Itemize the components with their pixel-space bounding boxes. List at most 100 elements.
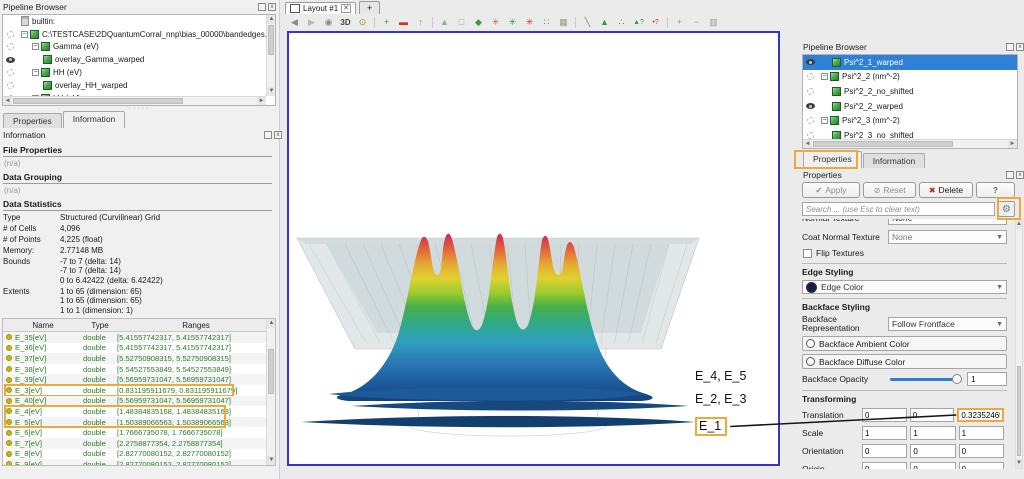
pipeline-item[interactable]: overlay_HH_warped: [3, 79, 275, 92]
scroll-down-icon[interactable]: ▼: [267, 456, 276, 465]
table-row[interactable]: E_4[eV]double[1.48384835168, 1.483848351…: [3, 406, 267, 417]
help-button[interactable]: ?: [976, 182, 1015, 198]
visibility-off-icon[interactable]: [3, 31, 17, 38]
table-row[interactable]: E_37[eV]double[5.52750908315, 5.52750908…: [3, 353, 267, 364]
protractor-icon[interactable]: ▲: [596, 15, 613, 29]
orientation-x-input[interactable]: [862, 444, 907, 458]
translation-z-input[interactable]: [957, 408, 1004, 422]
backface-opacity-slider[interactable]: [890, 378, 959, 381]
collapse-icon[interactable]: −: [821, 117, 828, 124]
backface-ambient-color-button[interactable]: Backface Ambient Color: [802, 336, 1007, 351]
origin-y-input[interactable]: [910, 462, 955, 469]
scale-x-input[interactable]: [862, 426, 907, 440]
pipeline-item[interactable]: Psi^2_2_warped: [803, 99, 1017, 114]
edge-color-select[interactable]: Edge Color ▼: [802, 280, 1007, 294]
visibility-off-icon[interactable]: [803, 73, 817, 80]
collapse-icon[interactable]: −: [32, 43, 39, 50]
column-type[interactable]: Type: [83, 321, 117, 330]
properties-scrollbar[interactable]: ▲ ▼: [1015, 219, 1023, 469]
pipeline-item[interactable]: Psi^2_2_no_shifted: [803, 84, 1017, 99]
table-row[interactable]: E_35[eV]double[5.41557742317, 5.41557742…: [3, 332, 267, 343]
pipeline-item[interactable]: Psi^2_1_warped: [803, 55, 1017, 70]
table-vscrollbar[interactable]: ▲ ▼: [266, 319, 275, 465]
table-row[interactable]: E_40[eV]double[5.56959731047, 5.56959731…: [3, 396, 267, 407]
collapse-icon[interactable]: −: [821, 73, 828, 80]
scroll-thumb[interactable]: [268, 349, 274, 394]
add-view-icon[interactable]: +: [671, 15, 688, 29]
right-pipeline-tree[interactable]: Psi^2_1_warped−Psi^2_2 (nm^-2)Psi^2_2_no…: [802, 54, 1018, 149]
scroll-up-icon[interactable]: ▲: [267, 319, 276, 328]
reset-camera-icon[interactable]: ↑: [412, 15, 429, 29]
table-row[interactable]: E_36[eV]double[5.41557742317, 5.41557742…: [3, 343, 267, 354]
pipeline-item[interactable]: −Gamma (eV): [3, 41, 275, 54]
column-name[interactable]: Name: [3, 321, 83, 330]
zoom-box-icon[interactable]: ⊙: [354, 15, 371, 29]
left-tree-hscrollbar[interactable]: ◄ ►: [3, 96, 266, 105]
add-layout-tab[interactable]: +: [359, 1, 380, 14]
left-pipeline-tree[interactable]: builtin:−C:\TESTCASE\2DQuantumCorral_nnp…: [2, 14, 276, 106]
pipeline-item[interactable]: −C:\TESTCASE\2DQuantumCorral_nnp\bias_00…: [3, 28, 275, 41]
tab-properties[interactable]: Properties: [803, 151, 862, 168]
reset-button[interactable]: ⊘Reset: [863, 182, 916, 198]
translation-y-input[interactable]: [910, 408, 955, 422]
tab-layout-1[interactable]: Layout #1 ✕: [285, 2, 356, 14]
table-row[interactable]: E_3[eV]double[0.831195911679, 0.83119591…: [3, 385, 267, 396]
grow-selection-icon[interactable]: ▦: [555, 15, 572, 29]
table-row[interactable]: E_39[eV]double[5.56959731047, 5.56959731…: [3, 374, 267, 385]
origin-z-input[interactable]: [959, 462, 1004, 469]
hover-cells-icon[interactable]: ∷: [538, 15, 555, 29]
collapse-icon[interactable]: −: [21, 31, 28, 38]
zoom-remove-icon[interactable]: ▬: [395, 15, 412, 29]
close-layout-icon[interactable]: ✕: [341, 4, 351, 13]
close-icon[interactable]: x: [1016, 171, 1024, 179]
visibility-off-icon[interactable]: [3, 69, 17, 76]
undock-icon[interactable]: [264, 131, 272, 139]
table-row[interactable]: E_9[eV]double[2.82770080152, 2.827700801…: [3, 459, 267, 466]
select-cells-through-icon[interactable]: ◆: [470, 15, 487, 29]
pipeline-item[interactable]: −HH (eV): [3, 66, 275, 79]
visibility-on-icon[interactable]: [803, 59, 817, 65]
close-icon[interactable]: x: [274, 131, 282, 139]
tab-information[interactable]: Information: [863, 153, 926, 168]
select-points-on-icon[interactable]: □: [453, 15, 470, 29]
scroll-up-icon[interactable]: ▲: [267, 15, 276, 24]
delete-view-icon[interactable]: ▥: [705, 15, 722, 29]
remove-view-icon[interactable]: −: [688, 15, 705, 29]
slider-knob[interactable]: [952, 374, 962, 384]
pipeline-item[interactable]: overlay_Gamma_warped: [3, 53, 275, 66]
toggle-2d3d-icon[interactable]: 3D: [337, 15, 354, 29]
collapse-icon[interactable]: −: [32, 69, 39, 76]
capture-screenshot-icon[interactable]: ◉: [320, 15, 337, 29]
scale-z-input[interactable]: [959, 426, 1004, 440]
close-icon[interactable]: x: [268, 3, 276, 11]
visibility-off-icon[interactable]: [3, 43, 17, 50]
table-header[interactable]: Name Type Ranges: [3, 319, 275, 332]
flip-textures-checkbox[interactable]: [803, 249, 812, 258]
undock-icon[interactable]: [1006, 43, 1014, 51]
render-view[interactable]: E_4, E_5 E_2, E_3 E_1: [287, 31, 780, 466]
search-input[interactable]: [802, 202, 995, 216]
scroll-right-icon[interactable]: ►: [1008, 140, 1017, 149]
orientation-z-input[interactable]: [959, 444, 1004, 458]
select-points-through-icon[interactable]: ✳: [487, 15, 504, 29]
ruler-icon[interactable]: ╲: [579, 15, 596, 29]
scroll-thumb[interactable]: [1017, 366, 1021, 456]
visibility-off-icon[interactable]: [803, 88, 817, 95]
query-cells-icon[interactable]: ▲?: [630, 15, 647, 29]
scroll-left-icon[interactable]: ◄: [803, 140, 812, 149]
table-row[interactable]: E_7[eV]double[2.2758877354, 2.2758877354…: [3, 438, 267, 449]
data-arrays-table[interactable]: Name Type Ranges E_35[eV]double[5.415577…: [2, 318, 276, 466]
table-row[interactable]: E_8[eV]double[2.82770080152, 2.827700801…: [3, 449, 267, 460]
backface-diffuse-color-button[interactable]: Backface Diffuse Color: [802, 354, 1007, 369]
close-icon[interactable]: x: [1016, 43, 1024, 51]
zoom-to-data-icon[interactable]: +: [378, 15, 395, 29]
origin-x-input[interactable]: [862, 462, 907, 469]
scroll-down-icon[interactable]: ▼: [267, 87, 276, 96]
undock-icon[interactable]: [258, 3, 266, 11]
translation-x-input[interactable]: [862, 408, 907, 422]
probe-location-icon[interactable]: ∴: [613, 15, 630, 29]
pipeline-item[interactable]: builtin:: [3, 15, 275, 28]
query-points-icon[interactable]: •?: [647, 15, 664, 29]
normal-texture-select[interactable]: None▼: [888, 219, 1007, 225]
visibility-on-icon[interactable]: [803, 103, 817, 109]
